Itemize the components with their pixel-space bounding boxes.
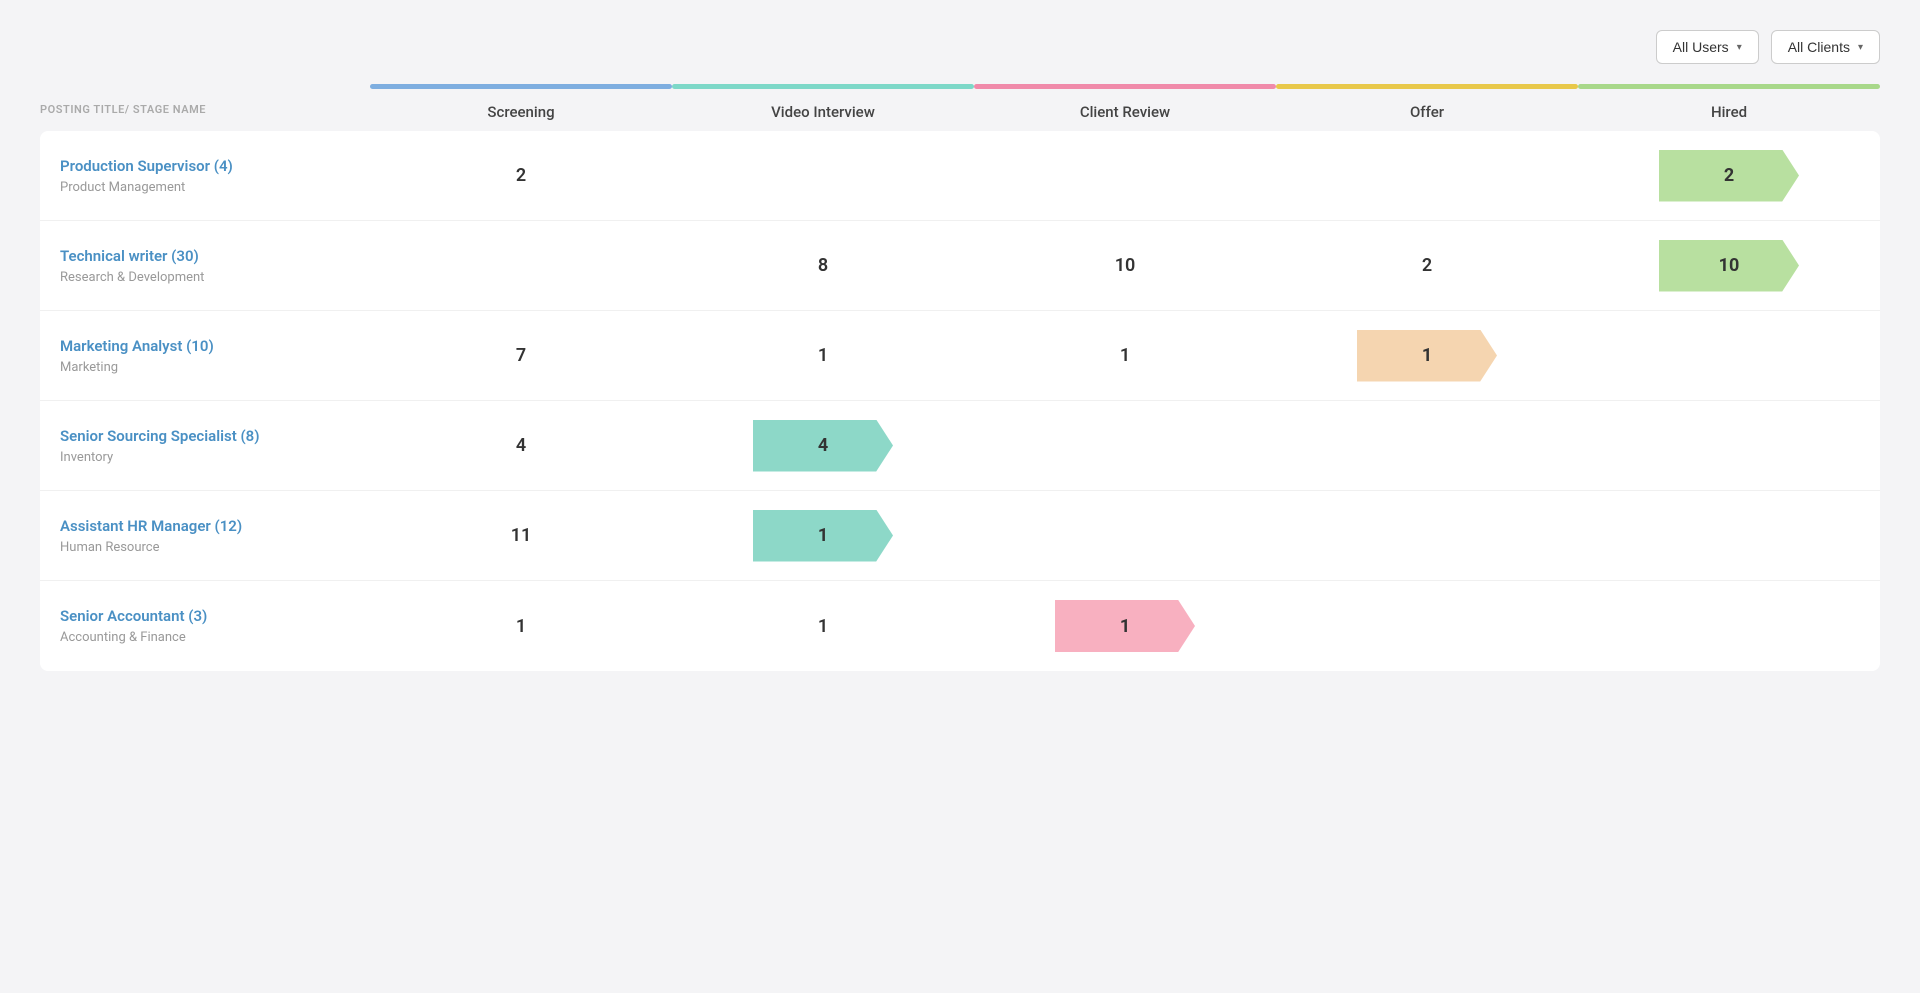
video-interview-value: 1 (672, 616, 974, 637)
job-dept: Accounting & Finance (60, 630, 350, 645)
all-users-label: All Users (1673, 39, 1729, 55)
table-row: Senior Accountant (3) Accounting & Finan… (40, 581, 1880, 671)
job-title-link[interactable]: Senior Sourcing Specialist (8) (60, 427, 350, 445)
hired-badge: 2 (1659, 150, 1799, 202)
job-title-link[interactable]: Production Supervisor (4) (60, 157, 350, 175)
job-cell: Senior Sourcing Specialist (8) Inventory (40, 409, 370, 483)
screening-header: Screening (370, 103, 672, 121)
client-review-color-segment (974, 84, 1276, 89)
client-review-badge: 1 (1055, 600, 1195, 652)
video-interview-value: 4 (672, 420, 974, 472)
job-cell: Technical writer (30) Research & Develop… (40, 229, 370, 303)
offer-badge: 1 (1357, 330, 1497, 382)
hired-header: Hired (1578, 103, 1880, 121)
filter-bar: All Users ▾ All Clients ▾ (40, 30, 1880, 64)
chevron-down-icon: ▾ (1858, 42, 1863, 53)
job-title-link[interactable]: Marketing Analyst (10) (60, 337, 350, 355)
stage-color-bar (40, 84, 1880, 89)
job-title-link[interactable]: Technical writer (30) (60, 247, 350, 265)
offer-value: 2 (1276, 255, 1578, 276)
job-dept: Human Resource (60, 540, 350, 555)
table-row: Assistant HR Manager (12) Human Resource… (40, 491, 1880, 581)
client-review-value: 10 (974, 255, 1276, 276)
job-title-link[interactable]: Assistant HR Manager (12) (60, 517, 350, 535)
client-review-value: 1 (974, 600, 1276, 652)
offer-color-segment (1276, 84, 1578, 89)
video-interview-header: Video Interview (672, 103, 974, 121)
hired-value: 2 (1578, 150, 1880, 202)
offer-value: 1 (1276, 330, 1578, 382)
job-title-link[interactable]: Senior Accountant (3) (60, 607, 350, 625)
video-interview-value: 8 (672, 255, 974, 276)
job-dept: Research & Development (60, 270, 350, 285)
screening-color-segment (370, 84, 672, 89)
table-header: POSTING TITLE/ STAGE NAME Screening Vide… (40, 89, 1880, 131)
hired-color-segment (1578, 84, 1880, 89)
video-interview-value: 1 (672, 510, 974, 562)
job-dept: Inventory (60, 450, 350, 465)
table-row: Senior Sourcing Specialist (8) Inventory… (40, 401, 1880, 491)
pipeline-table: Production Supervisor (4) Product Manage… (40, 131, 1880, 671)
video-interview-value: 1 (672, 345, 974, 366)
offer-header: Offer (1276, 103, 1578, 121)
video-interview-badge: 4 (753, 420, 893, 472)
table-row: Production Supervisor (4) Product Manage… (40, 131, 1880, 221)
video-interview-badge: 1 (753, 510, 893, 562)
all-users-dropdown[interactable]: All Users ▾ (1656, 30, 1759, 64)
hired-badge: 10 (1659, 240, 1799, 292)
job-cell: Senior Accountant (3) Accounting & Finan… (40, 589, 370, 663)
job-dept: Product Management (60, 180, 350, 195)
client-review-header: Client Review (974, 103, 1276, 121)
posting-title-header: POSTING TITLE/ STAGE NAME (40, 103, 370, 121)
chevron-down-icon: ▾ (1737, 42, 1742, 53)
job-cell: Production Supervisor (4) Product Manage… (40, 139, 370, 213)
screening-value: 1 (370, 616, 672, 637)
job-cell: Marketing Analyst (10) Marketing (40, 319, 370, 393)
all-clients-dropdown[interactable]: All Clients ▾ (1771, 30, 1880, 64)
all-clients-label: All Clients (1788, 39, 1850, 55)
video-interview-color-segment (672, 84, 974, 89)
screening-value: 11 (370, 525, 672, 546)
table-row: Marketing Analyst (10) Marketing 7 1 1 1 (40, 311, 1880, 401)
screening-value: 4 (370, 435, 672, 456)
client-review-value: 1 (974, 345, 1276, 366)
screening-value: 2 (370, 165, 672, 186)
job-dept: Marketing (60, 360, 350, 375)
hired-value: 10 (1578, 240, 1880, 292)
job-cell: Assistant HR Manager (12) Human Resource (40, 499, 370, 573)
screening-value: 7 (370, 345, 672, 366)
table-row: Technical writer (30) Research & Develop… (40, 221, 1880, 311)
